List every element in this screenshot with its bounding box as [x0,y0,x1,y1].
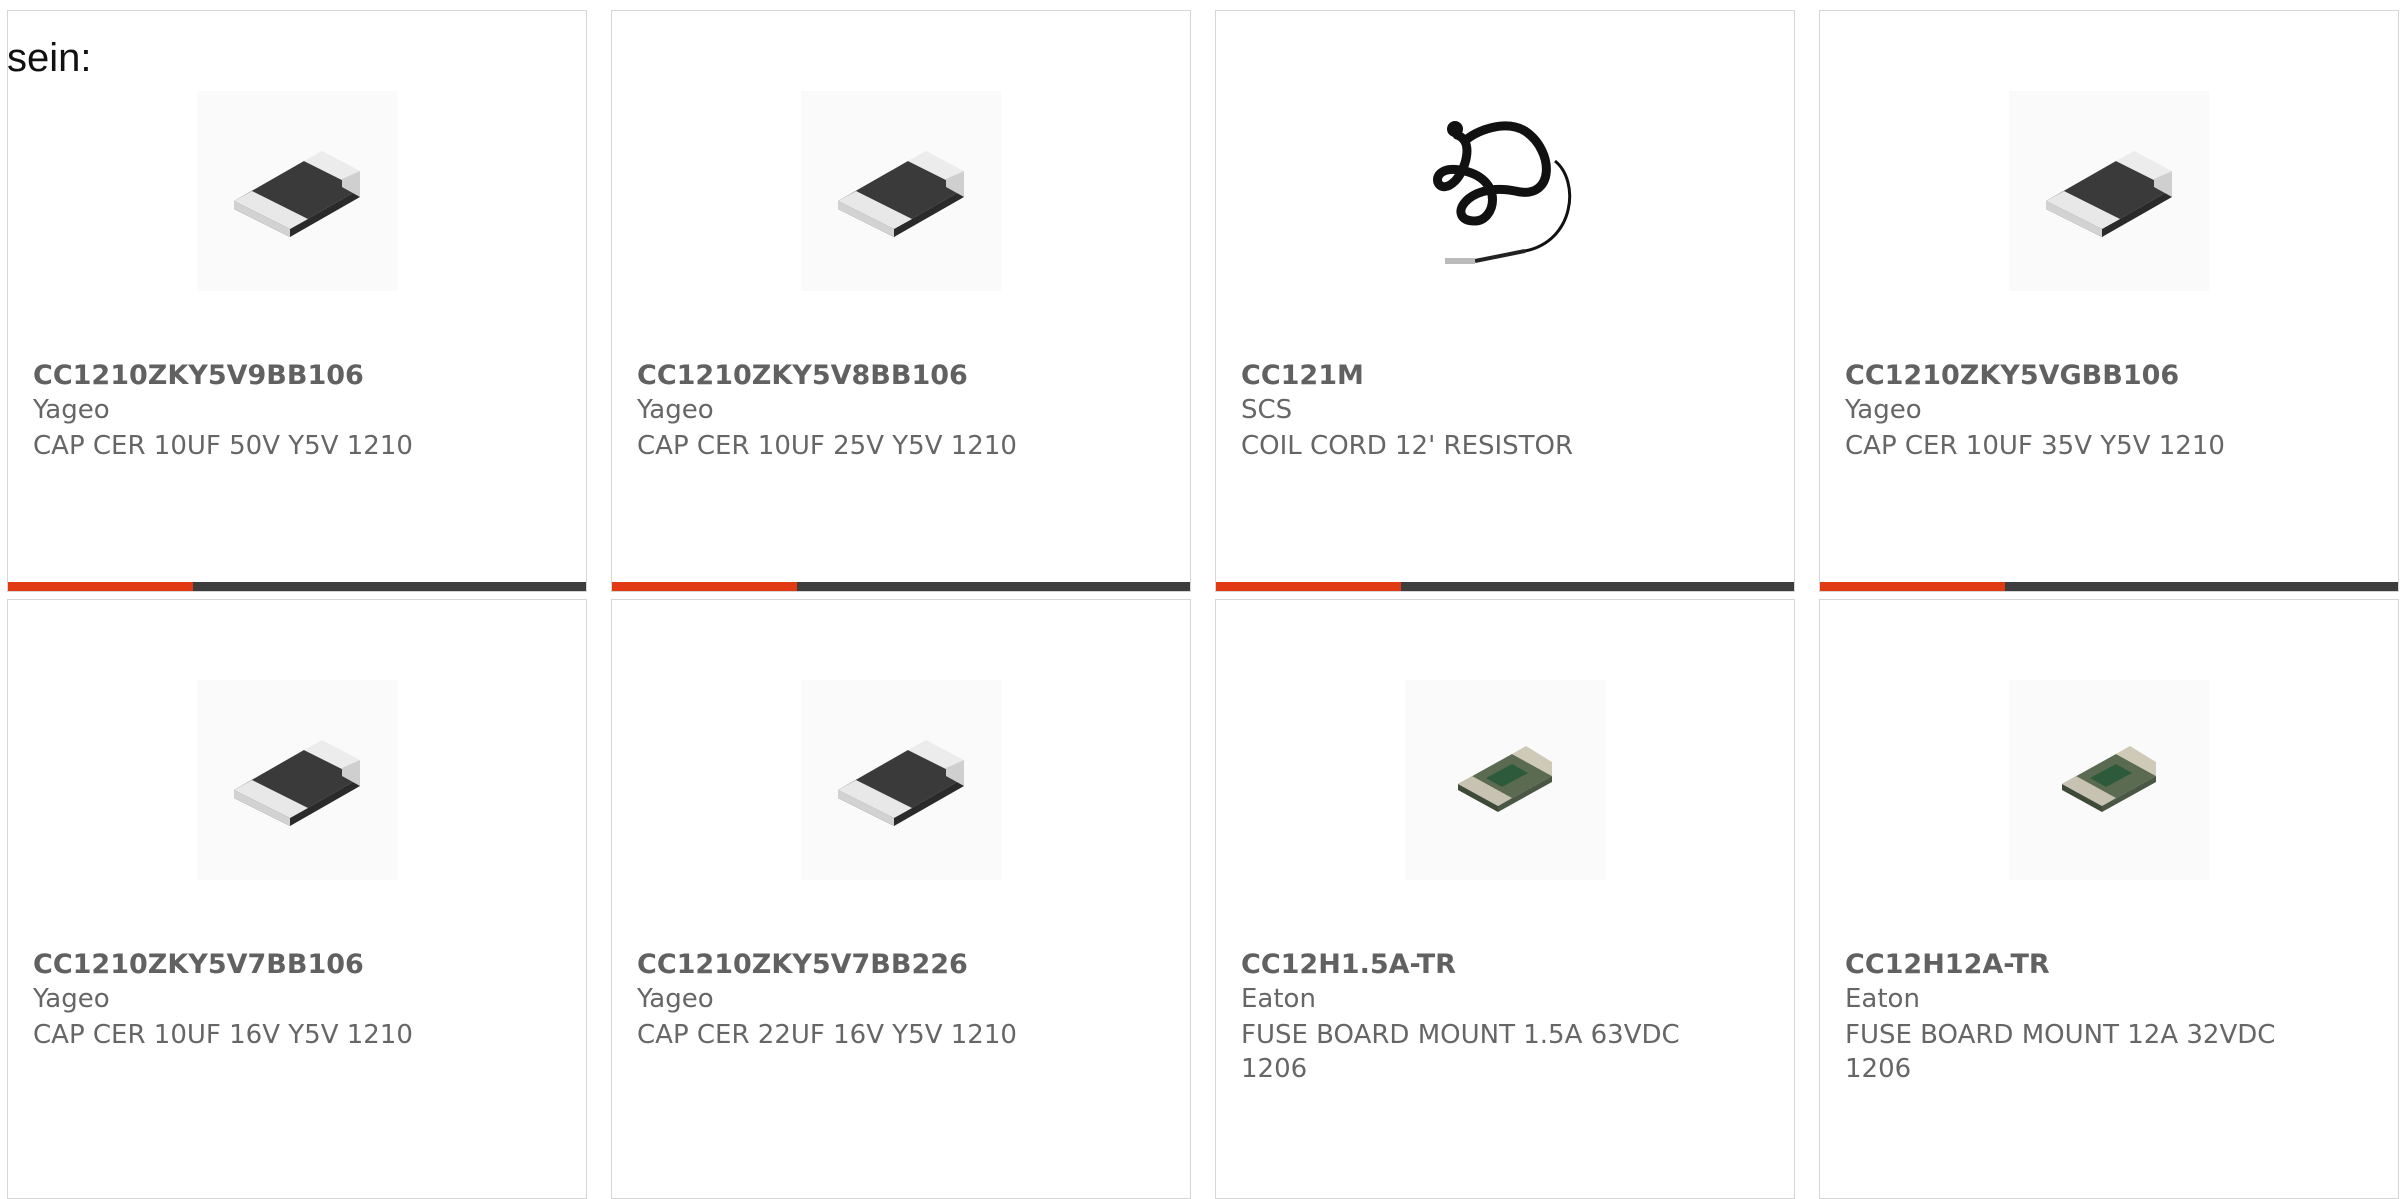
capacitor-chip-icon [801,91,1001,291]
card-accent-bar [612,582,1190,591]
part-number: CC1210ZKY5V7BB226 [637,949,968,980]
card-accent-fill [1820,582,2005,591]
card-accent-fill [8,582,193,591]
description: CAP CER 10UF 50V Y5V 1210 [33,431,413,461]
capacitor-chip-icon [801,680,1001,880]
fuse-chip-icon [1405,680,1605,880]
product-card[interactable]: CC1210ZKY5VGBB106 Yageo CAP CER 10UF 35V Y… [1819,10,2399,592]
description: FUSE BOARD MOUNT 1.5A 63VDC 1206 [1241,1020,1680,1084]
manufacturer: Yageo [637,395,714,425]
product-card[interactable]: CC1210ZKY5V9BB106 Yageo CAP CER 10UF 50V Y… [7,10,587,592]
card-accent-bar [1820,582,2398,591]
manufacturer: Yageo [637,984,714,1014]
capacitor-chip-icon [197,91,397,291]
card-accent-bar [1216,582,1794,591]
product-card[interactable]: CC1210ZKY5V8BB106 Yageo CAP CER 10UF 25V Y… [611,10,1191,592]
manufacturer: Yageo [1845,395,1922,425]
coil-cord-icon [1405,91,1605,291]
product-card[interactable]: CC1210ZKY5V7BB226 Yageo CAP CER 22UF 16V Y… [611,599,1191,1199]
card-accent-fill [612,582,797,591]
part-number: CC1210ZKY5V7BB106 [33,949,364,980]
description: CAP CER 10UF 25V Y5V 1210 [637,431,1017,461]
manufacturer: Eaton [1241,984,1316,1014]
description: CAP CER 10UF 16V Y5V 1210 [33,1020,413,1050]
part-number: CC12H12A-TR [1845,949,2050,980]
part-number: CC12H1.5A-TR [1241,949,1456,980]
product-card[interactable]: CC121M SCS COIL CORD 12' RESISTOR [1215,10,1795,592]
part-number: CC121M [1241,360,1364,391]
description: FUSE BOARD MOUNT 12A 32VDC 1206 [1845,1020,2276,1084]
manufacturer: Yageo [33,984,110,1014]
description: CAP CER 22UF 16V Y5V 1210 [637,1020,1017,1050]
part-number: CC1210ZKY5V9BB106 [33,360,364,391]
capacitor-chip-icon [2009,91,2209,291]
product-card[interactable]: CC12H1.5A-TR Eaton FUSE BOARD MOUNT 1.5A 6… [1215,599,1795,1199]
product-card[interactable]: CC12H12A-TR Eaton FUSE BOARD MOUNT 12A 32V… [1819,599,2399,1199]
part-number: CC1210ZKY5VGBB106 [1845,360,2180,391]
manufacturer: SCS [1241,395,1293,425]
capacitor-chip-icon [197,680,397,880]
product-card[interactable]: CC1210ZKY5V7BB106 Yageo CAP CER 10UF 16V Y… [7,599,587,1199]
card-accent-fill [1216,582,1401,591]
description: CAP CER 10UF 35V Y5V 1210 [1845,431,2225,461]
part-number: CC1210ZKY5V8BB106 [637,360,968,391]
fuse-chip-icon [2009,680,2209,880]
manufacturer: Yageo [33,395,110,425]
description: COIL CORD 12' RESISTOR [1241,431,1574,461]
card-accent-bar [8,582,586,591]
intro-text: sein: [7,36,92,80]
manufacturer: Eaton [1845,984,1920,1014]
